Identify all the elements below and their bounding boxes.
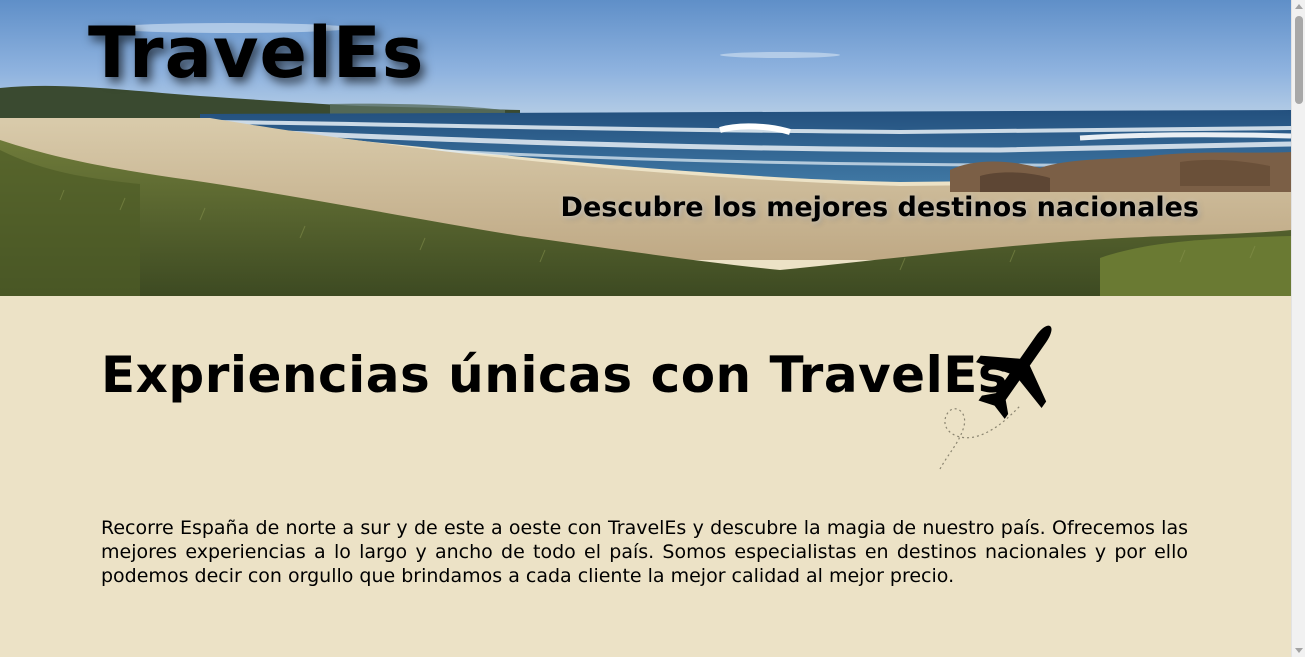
site-logo-title[interactable]: TravelEs — [88, 8, 424, 99]
main-content: Expriencias únicas con TravelEs Recorre … — [0, 296, 1291, 657]
page-viewport: TravelEs Descubre los mejores destinos n… — [0, 0, 1305, 657]
airplane-dotted-trail-icon — [930, 314, 1060, 474]
hero-banner: TravelEs Descubre los mejores destinos n… — [0, 0, 1291, 296]
scroll-down-arrow-icon[interactable] — [1295, 648, 1303, 653]
scrollbar-thumb[interactable] — [1295, 16, 1303, 104]
vertical-scrollbar[interactable] — [1291, 0, 1305, 657]
intro-paragraph: Recorre España de norte a sur y de este … — [101, 517, 1188, 587]
scroll-up-arrow-icon[interactable] — [1295, 4, 1303, 9]
hero-tagline: Descubre los mejores destinos nacionales — [560, 192, 1199, 223]
section-heading: Expriencias únicas con TravelEs — [101, 346, 1009, 404]
